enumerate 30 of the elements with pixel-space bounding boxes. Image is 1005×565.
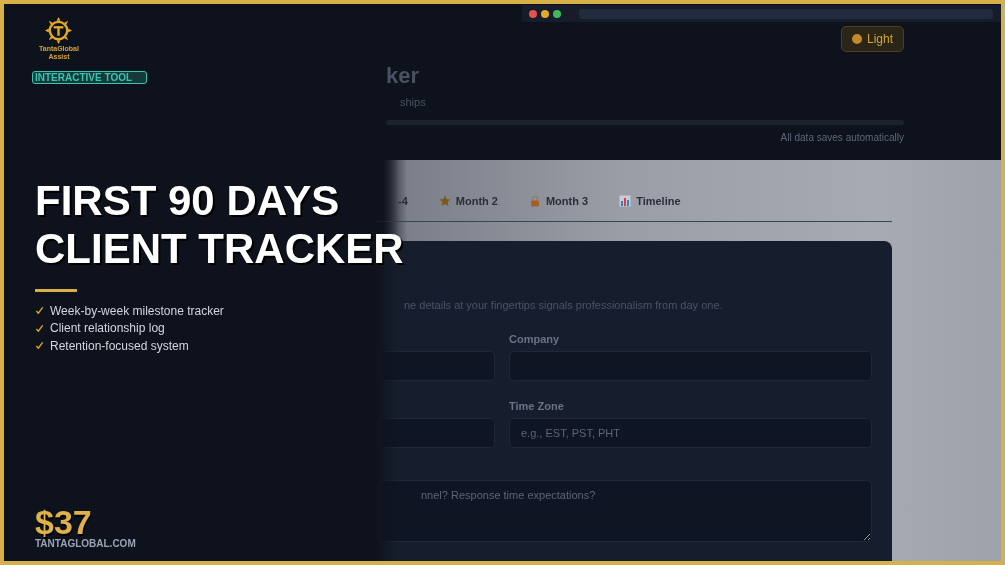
headline: CLIENT TRACKER — [35, 225, 404, 273]
feature-text: Week-by-week milestone tracker — [50, 303, 224, 318]
maximize-dot[interactable] — [553, 9, 561, 18]
logo-icon — [44, 16, 74, 45]
tab[interactable]: -4 — [398, 195, 408, 221]
input-field[interactable] — [380, 351, 495, 381]
save-note: All data saves automatically — [780, 132, 904, 143]
minimize-dot[interactable] — [541, 9, 549, 18]
website: TANTAGLOBAL.COM — [35, 538, 136, 549]
field-label: Time Zone — [509, 400, 565, 412]
tab[interactable]: Month 2 — [438, 195, 498, 221]
headline: FIRST 90 DAYS — [35, 177, 340, 225]
input-field[interactable]: e.g., EST, PST, PHT — [509, 418, 872, 448]
app-subtitle: ships — [400, 96, 426, 108]
app-title: ker — [386, 64, 421, 88]
field-label: Company — [509, 333, 561, 345]
theme-button[interactable]: Light — [840, 26, 904, 52]
text-area[interactable]: nnel? Response time expectations? — [380, 480, 872, 542]
close-dot[interactable] — [529, 9, 537, 18]
tab[interactable]: Timeline — [619, 195, 681, 221]
feature-text: Retention-focused system — [50, 338, 189, 353]
lock-icon — [528, 195, 541, 207]
tab[interactable]: Month 3 — [528, 195, 589, 221]
tool-badge: INTERACTIVE TOOL — [32, 71, 148, 84]
star-icon — [438, 195, 451, 207]
price: $37 — [35, 506, 92, 538]
bar-chart-icon — [619, 195, 632, 207]
feature-text: Client relationship log — [50, 321, 165, 336]
input-field[interactable] — [380, 418, 495, 448]
sun-icon — [851, 34, 862, 44]
